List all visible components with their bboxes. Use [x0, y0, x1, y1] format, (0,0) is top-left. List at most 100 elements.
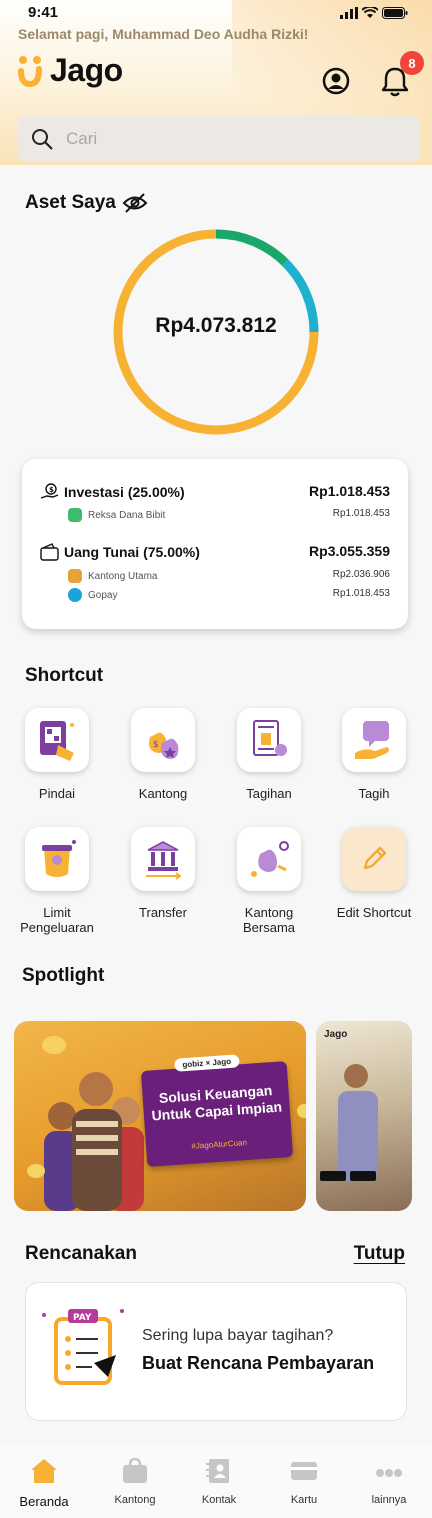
money-bags-icon: $	[149, 732, 179, 759]
shortcut-title: Shortcut	[25, 665, 104, 686]
shortcut-tile[interactable]: $	[131, 708, 195, 772]
banner-promo-box: gobiz × Jago Solusi Keuangan Untuk Capai…	[140, 1054, 294, 1167]
shortcut-tile[interactable]	[237, 827, 301, 891]
nav-label: Kartu	[290, 1494, 318, 1506]
kantong-utama-icon	[68, 569, 82, 583]
status-time: 9:41	[28, 4, 59, 21]
banner-hashtag: #JagoAturCuan	[191, 1137, 248, 1151]
bank-transfer-icon	[146, 841, 182, 880]
plan-cta[interactable]: Buat Rencana Pembayaran	[142, 1353, 374, 1374]
gopay-icon	[68, 588, 82, 602]
nav-beranda[interactable]: Beranda	[9, 1457, 79, 1509]
search-bar[interactable]	[18, 116, 420, 162]
spotlight-banner-2[interactable]: Jago	[316, 1021, 412, 1211]
shortcut-label: Tagih	[358, 786, 390, 801]
reksa-dana-row[interactable]: Reksa Dana Bibit Rp1.018.453	[68, 508, 390, 522]
shortcut-tile[interactable]	[131, 827, 195, 891]
plan-close-link[interactable]: Tutup	[354, 1243, 405, 1265]
bill-payment-illustration: PAY	[42, 1309, 124, 1385]
banner2-person-illustration	[320, 1064, 378, 1181]
banner-brand: gobiz × Jago	[174, 1054, 240, 1072]
shortcut-limit-pengeluaran[interactable]: Limit Pengeluaran	[7, 827, 107, 935]
shortcut-tile[interactable]	[342, 708, 406, 772]
banner-headline: Solusi Keuangan Untuk Capai Impian	[151, 1082, 283, 1124]
coin-icon	[297, 1104, 306, 1118]
contacts-icon	[206, 1459, 229, 1483]
battery-icon	[382, 7, 408, 19]
signal-icon	[340, 7, 358, 19]
brand-name: Jago	[50, 52, 123, 88]
shortcut-pindai[interactable]: Pindai	[7, 708, 107, 801]
svg-text:$: $	[153, 740, 159, 750]
wifi-icon	[362, 7, 378, 18]
nav-kantong[interactable]: Kantong	[100, 1457, 170, 1506]
uang-tunai-label: Uang Tunai (75.00%)	[64, 544, 200, 560]
search-input[interactable]	[66, 129, 366, 149]
jago-logo-icon	[18, 55, 42, 87]
more-icon	[376, 1469, 402, 1477]
nav-label: Beranda	[19, 1494, 69, 1509]
shortcut-tile[interactable]	[25, 708, 89, 772]
investasi-row[interactable]: $ Investasi (25.00%) Rp1.018.453	[40, 483, 390, 501]
nav-label: lainnya	[371, 1494, 407, 1506]
plan-card[interactable]: PAY Sering lupa bayar tagihan? Buat Renc…	[25, 1282, 407, 1421]
shortcut-label: Transfer	[139, 905, 187, 920]
reksa-dana-label: Reksa Dana Bibit	[88, 509, 166, 521]
hide-balance-eye-icon[interactable]	[122, 192, 148, 214]
shortcut-tagih[interactable]: Tagih	[324, 708, 424, 801]
shortcut-tile[interactable]	[237, 708, 301, 772]
nav-kartu[interactable]: Kartu	[269, 1457, 339, 1506]
nav-kontak[interactable]: Kontak	[184, 1457, 254, 1506]
shortcut-tagihan[interactable]: Tagihan	[219, 708, 319, 801]
notification-button[interactable]: 8	[378, 51, 424, 99]
nav-label: Kantong	[114, 1494, 156, 1506]
shortcut-edit[interactable]: Edit Shortcut	[324, 827, 424, 920]
plan-question: Sering lupa bayar tagihan?	[142, 1327, 334, 1344]
shortcut-kantong-bersama[interactable]: Kantong Bersama	[219, 827, 319, 935]
investment-hand-icon: $	[40, 483, 59, 499]
home-icon	[31, 1459, 57, 1483]
uang-tunai-row[interactable]: Uang Tunai (75.00%) Rp3.055.359	[40, 543, 390, 561]
shared-pocket-icon	[251, 841, 289, 877]
shortcut-label: Limit Pengeluaran	[20, 905, 94, 935]
shortcut-tile[interactable]	[25, 827, 89, 891]
bag-icon	[123, 1457, 147, 1483]
spotlight-title: Spotlight	[22, 965, 105, 986]
bottom-navigation: Beranda Kantong Kontak Kartu lainnya	[0, 1445, 432, 1518]
shortcut-label: Kantong	[138, 786, 188, 801]
status-bar: 9:41	[28, 4, 408, 24]
kantong-utama-amount: Rp2.036.906	[332, 569, 390, 580]
gopay-row[interactable]: Gopay Rp1.018.453	[68, 588, 390, 602]
shortcut-label: Tagihan	[246, 786, 292, 801]
shortcut-label: Kantong Bersama	[242, 905, 296, 935]
shortcut-kantong[interactable]: $ Kantong	[113, 708, 213, 801]
notification-badge: 8	[400, 51, 424, 75]
shortcut-tile[interactable]	[342, 827, 406, 891]
user-circle-icon	[322, 67, 350, 95]
uang-tunai-amount: Rp3.055.359	[309, 543, 390, 559]
shortcut-transfer[interactable]: Transfer	[113, 827, 213, 920]
reksa-dana-amount: Rp1.018.453	[332, 508, 390, 519]
pay-tag: PAY	[73, 1313, 92, 1323]
shortcut-label: Edit Shortcut	[336, 905, 412, 920]
nav-lainnya[interactable]: lainnya	[354, 1457, 424, 1506]
profile-button[interactable]	[318, 63, 354, 99]
donut-segment-1	[215, 229, 289, 266]
assets-title: Aset Saya	[25, 192, 116, 213]
investasi-label: Investasi (25.00%)	[64, 484, 185, 500]
search-icon	[32, 129, 53, 150]
spotlight-banner-gobiz[interactable]: gobiz × Jago Solusi Keuangan Untuk Capai…	[14, 1021, 306, 1211]
greeting-text: Selamat pagi, Muhammad Deo Audha Rizki!	[18, 26, 309, 42]
bill-icon	[253, 720, 287, 756]
request-money-icon	[355, 721, 389, 759]
kantong-utama-row[interactable]: Kantong Utama Rp2.036.906	[68, 569, 390, 583]
wallet-icon	[40, 543, 59, 561]
asset-breakdown-card[interactable]: $ Investasi (25.00%) Rp1.018.453 Reksa D…	[22, 459, 408, 629]
investasi-amount: Rp1.018.453	[309, 483, 390, 499]
spending-limit-icon	[42, 840, 76, 877]
kantong-utama-label: Kantong Utama	[88, 570, 158, 582]
gopay-amount: Rp1.018.453	[332, 588, 390, 599]
bibit-icon	[68, 508, 82, 522]
jago-logo: Jago	[18, 52, 123, 89]
nav-label: Kontak	[201, 1494, 237, 1506]
